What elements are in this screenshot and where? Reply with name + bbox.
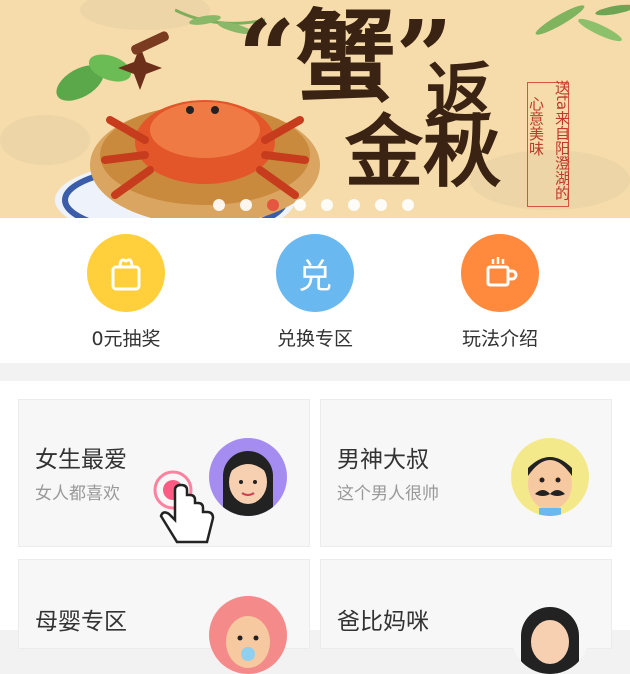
guide-label: 玩法介绍 <box>461 328 538 350</box>
category-card-parents[interactable]: 爸比妈咪 <box>320 559 612 674</box>
quick-entry-bar: 0元抽奖 兑 兑换专区 玩法介绍 <box>0 218 630 363</box>
category-card-women[interactable]: 女生最爱 女人都喜欢 <box>18 399 310 547</box>
exchange-label: 兑换专区 <box>276 328 353 350</box>
exchange-icon: 兑 <box>276 234 354 312</box>
promo-banner[interactable]: “蟹” 返 金秋 送ta来自阳澄湖的 心意美味 <box>0 0 630 218</box>
category-title: 母婴专区 <box>35 609 127 635</box>
carousel-dot[interactable] <box>348 199 360 211</box>
baby-avatar-icon <box>209 596 287 674</box>
category-subtitle: 女人都喜欢 <box>35 484 120 504</box>
lottery-entry[interactable]: 0元抽奖 <box>61 234 191 351</box>
mug-icon <box>461 234 539 312</box>
carousel-dot[interactable] <box>375 199 387 211</box>
gift-bag-icon <box>87 234 165 312</box>
tap-hand-icon <box>153 470 215 544</box>
category-grid: 女生最爱 女人都喜欢 男神大叔 这个男人很帅 母婴专区 爸比妈咪 <box>0 381 630 674</box>
lottery-label: 0元抽奖 <box>91 328 161 350</box>
mustache-man-avatar-icon <box>511 438 589 516</box>
carousel-dot-active[interactable] <box>267 199 279 211</box>
carousel-dot[interactable] <box>213 199 225 211</box>
guide-entry[interactable]: 玩法介绍 <box>435 234 565 351</box>
carousel-indicator <box>213 199 414 211</box>
category-card-baby[interactable]: 母婴专区 <box>18 559 310 674</box>
bamboo-leaf-icon <box>535 4 630 42</box>
category-card-men[interactable]: 男神大叔 这个男人很帅 <box>320 399 612 547</box>
carousel-dot[interactable] <box>402 199 414 211</box>
banner-slogan-line2: 心意美味 <box>527 96 545 156</box>
carousel-dot[interactable] <box>294 199 306 211</box>
exchange-entry[interactable]: 兑 兑换专区 <box>250 234 380 351</box>
category-title: 男神大叔 <box>337 447 429 473</box>
category-title: 女生最爱 <box>35 447 127 473</box>
banner-title-crab: “蟹” <box>238 0 454 116</box>
category-subtitle: 这个男人很帅 <box>337 484 439 504</box>
banner-title-autumn: 金秋 <box>345 107 502 198</box>
carousel-dot[interactable] <box>321 199 333 211</box>
mom-avatar-icon <box>511 596 589 674</box>
banner-slogan-line1: 送ta来自阳澄湖的 <box>553 80 571 201</box>
exchange-glyph: 兑 <box>298 256 332 297</box>
category-title: 爸比妈咪 <box>337 609 429 635</box>
carousel-dot[interactable] <box>240 199 252 211</box>
